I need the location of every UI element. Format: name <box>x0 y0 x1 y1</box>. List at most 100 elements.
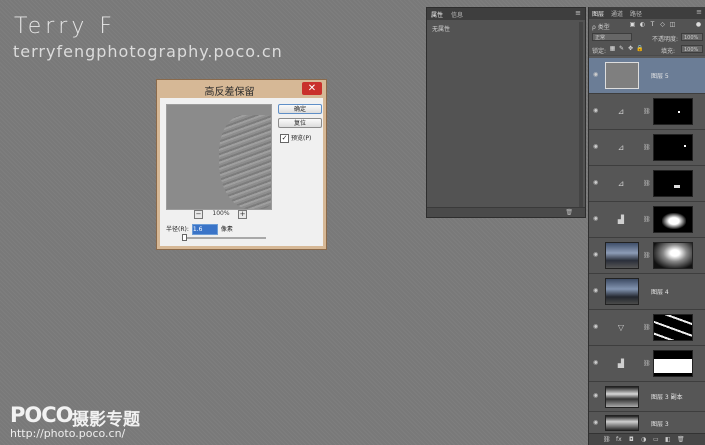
zoom-out-button[interactable]: − <box>194 210 203 219</box>
eye-icon[interactable]: ◉ <box>593 180 601 186</box>
eye-icon[interactable]: ◉ <box>593 324 601 330</box>
tab-layers[interactable]: 图层 <box>592 9 604 18</box>
preview-texture <box>219 115 271 209</box>
tab-channels[interactable]: 通道 <box>611 9 623 18</box>
radius-slider[interactable] <box>182 234 266 241</box>
layer-name: 图层 4 <box>651 289 669 296</box>
layer-row[interactable]: ◉ ⊿ ⛓ <box>589 130 705 166</box>
poco-logo: POCO <box>10 403 74 427</box>
eye-icon[interactable]: ◉ <box>593 420 601 426</box>
zoom-value: 100% <box>212 210 230 217</box>
add-mask-icon[interactable]: ◘ <box>629 436 634 443</box>
tab-properties[interactable]: 属性 <box>431 10 443 19</box>
layer-row[interactable]: ◉ 图层 3 <box>589 412 705 434</box>
layer-mask[interactable] <box>653 242 693 269</box>
layer-mask[interactable] <box>653 206 693 233</box>
layer-row[interactable]: ◉ ▟ ⛓ <box>589 346 705 382</box>
layer-thumbnail <box>605 386 639 408</box>
layer-mask[interactable] <box>653 314 693 341</box>
no-properties-text: 无属性 <box>432 26 451 33</box>
lock-all-icon[interactable]: 🔒 <box>636 45 643 52</box>
radius-input[interactable]: 1.6 <box>191 224 218 235</box>
close-icon[interactable]: ✕ <box>302 82 322 95</box>
tab-info[interactable]: 信息 <box>451 10 463 19</box>
eye-icon[interactable]: ◉ <box>593 393 601 399</box>
preview-option[interactable]: ✓ 预览(P) <box>280 133 311 143</box>
eye-icon[interactable]: ◉ <box>593 252 601 258</box>
new-group-icon[interactable]: ▭ <box>653 436 659 443</box>
radius-slider-thumb[interactable] <box>182 234 187 241</box>
panel-menu-icon[interactable]: ≡ <box>575 9 581 17</box>
layer-name: 图层 3 <box>651 421 669 428</box>
layers-tabs: 图层 通道 路径 ≡ <box>589 7 705 19</box>
layer-row[interactable]: ◉ ⛓ <box>589 238 705 274</box>
filter-preview[interactable] <box>166 104 272 210</box>
filter-shape-icon[interactable]: ◇ <box>659 21 666 28</box>
layer-row[interactable]: ◉ ⊿ ⛓ <box>589 94 705 130</box>
preview-checkbox[interactable]: ✓ <box>280 134 289 143</box>
lock-paint-icon[interactable]: ✎ <box>618 45 625 52</box>
layer-row[interactable]: ◉ ▟ ⛓ <box>589 202 705 238</box>
properties-scrollbar[interactable] <box>579 22 583 208</box>
eye-icon[interactable]: ◉ <box>593 72 601 78</box>
trash-icon[interactable]: 🗑 <box>565 209 573 216</box>
curves-icon: ⊿ <box>617 107 625 116</box>
opacity-field[interactable]: 100% <box>681 33 703 41</box>
layer-mask[interactable] <box>653 134 693 161</box>
radius-row: 半径(R): 1.6 像素 <box>166 224 233 235</box>
layer-row[interactable]: ◉ 图层 4 <box>589 274 705 310</box>
link-icon: ⛓ <box>643 360 651 367</box>
layer-row[interactable]: ◉ ⊿ ⛓ <box>589 166 705 202</box>
fx-icon[interactable]: fx <box>616 436 622 443</box>
gradient-map-icon: ▽ <box>617 323 625 332</box>
eye-icon[interactable]: ◉ <box>593 108 601 114</box>
watermark-title: Terry F <box>14 14 116 39</box>
levels-icon: ▟ <box>617 215 625 224</box>
layer-name: 图层 5 <box>651 73 669 80</box>
filter-kind-select[interactable]: ρ 类型 <box>592 22 610 31</box>
layer-mask[interactable] <box>653 170 693 197</box>
eye-icon[interactable]: ◉ <box>593 288 601 294</box>
layer-row[interactable]: ◉ 图层 5 <box>589 58 705 94</box>
dialog-body: − 100% + 确定 复位 ✓ 预览(P) 半径(R): 1.6 像素 <box>160 98 323 246</box>
link-icon: ⛓ <box>643 180 651 187</box>
blend-mode-select[interactable]: 正常 <box>592 33 632 41</box>
filter-smart-icon[interactable]: ◫ <box>669 21 676 28</box>
reset-button[interactable]: 复位 <box>278 118 322 128</box>
curves-icon: ⊿ <box>617 179 625 188</box>
new-adjustment-icon[interactable]: ◑ <box>641 436 646 443</box>
properties-tabs: 属性 信息 ≡ <box>427 8 585 20</box>
lock-move-icon[interactable]: ✥ <box>627 45 634 52</box>
levels-icon: ▟ <box>617 359 625 368</box>
panel-menu-icon[interactable]: ≡ <box>696 8 702 16</box>
fill-field[interactable]: 100% <box>681 45 703 53</box>
watermark-subtitle: terryfengphotography.poco.cn <box>13 42 283 61</box>
layer-mask[interactable] <box>653 98 693 125</box>
layer-row[interactable]: ◉ 图层 3 副本 <box>589 382 705 412</box>
layer-row[interactable]: ◉ ▽ ⛓ <box>589 310 705 346</box>
dialog-titlebar[interactable]: 高反差保留 ✕ <box>157 80 326 98</box>
lock-transparent-icon[interactable]: ▦ <box>609 45 616 52</box>
filter-adjustment-icon[interactable]: ◐ <box>639 21 646 28</box>
layer-mask[interactable] <box>653 350 693 377</box>
tab-paths[interactable]: 路径 <box>630 9 642 18</box>
ok-button[interactable]: 确定 <box>278 104 322 114</box>
link-layers-icon[interactable]: ⛓ <box>603 436 611 443</box>
new-layer-icon[interactable]: ◧ <box>665 436 671 443</box>
zoom-controls: − 100% + <box>194 210 248 220</box>
link-icon: ⛓ <box>643 108 651 115</box>
opacity-label: 不透明度: <box>652 36 679 43</box>
eye-icon[interactable]: ◉ <box>593 360 601 366</box>
layers-footer: ⛓ fx ◘ ◑ ▭ ◧ 🗑 <box>589 433 705 445</box>
zoom-in-button[interactable]: + <box>238 210 247 219</box>
preview-label: 预览(P) <box>291 135 312 142</box>
lock-label: 锁定: <box>592 48 607 55</box>
radius-unit: 像素 <box>220 226 233 233</box>
filter-pixel-icon[interactable]: ▣ <box>629 21 636 28</box>
link-icon: ⛓ <box>643 216 651 223</box>
eye-icon[interactable]: ◉ <box>593 216 601 222</box>
filter-type-icon[interactable]: T <box>649 21 656 28</box>
filter-toggle-icon[interactable]: ● <box>695 21 702 28</box>
eye-icon[interactable]: ◉ <box>593 144 601 150</box>
delete-layer-icon[interactable]: 🗑 <box>677 436 685 443</box>
